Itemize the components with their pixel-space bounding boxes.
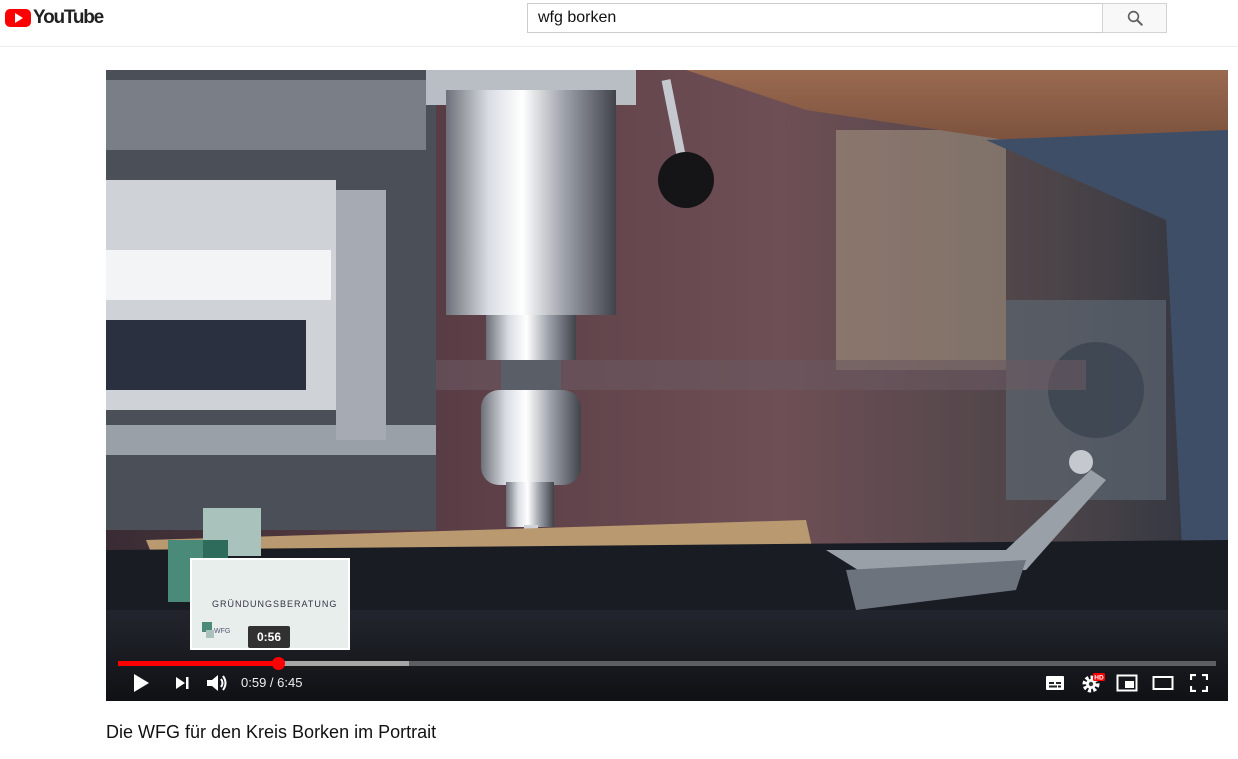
control-bar: 0:59 / 6:45 HD [106,668,1228,698]
search-input[interactable] [527,3,1102,33]
theater-mode-button[interactable] [1150,670,1176,696]
hover-timestamp: 0:56 [248,626,290,648]
mute-button[interactable] [204,670,230,696]
video-player[interactable]: GRÜNDUNGSBERATUNG WFG 0:56 0:59 / 6:45 H… [106,70,1228,701]
hd-badge: HD [1094,675,1104,682]
preview-title: GRÜNDUNGSBERATUNG [212,599,338,609]
youtube-logo[interactable]: YouTube [5,7,104,28]
next-button[interactable] [170,670,194,696]
search-button[interactable] [1102,3,1167,33]
played-bar [118,661,279,666]
play-icon [134,674,149,692]
preview-logo-text: WFG [214,628,231,635]
miniplayer-icon [1116,674,1138,692]
video-title: Die WFG für den Kreis Borken im Portrait [106,722,437,742]
next-icon [176,677,189,689]
time-display: 0:59 / 6:45 [241,675,303,690]
play-button[interactable] [128,670,154,696]
theater-mode-icon [1152,676,1174,690]
youtube-play-icon [5,9,31,27]
wfg-logo-mark [206,630,214,638]
subtitles-button[interactable] [1042,670,1068,696]
fullscreen-button[interactable] [1186,670,1212,696]
logo-text: YouTube [33,7,104,28]
volume-icon [207,675,227,691]
progress-bar[interactable] [118,657,1216,670]
fullscreen-icon [1190,674,1208,692]
miniplayer-button[interactable] [1114,670,1140,696]
subtitles-icon [1046,676,1064,690]
masthead: YouTube [0,0,1238,47]
settings-icon: HD [1082,673,1105,693]
settings-button[interactable]: HD [1078,670,1108,696]
search-icon [1127,10,1143,26]
